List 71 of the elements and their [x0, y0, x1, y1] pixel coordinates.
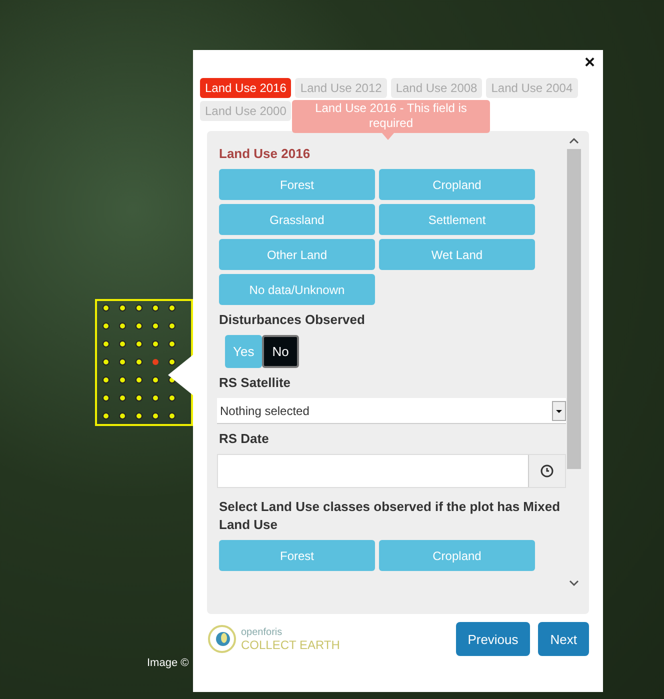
field-label: RS Satellite — [219, 374, 292, 392]
sample-point — [102, 322, 110, 330]
field-label: Disturbances Observed — [219, 311, 366, 329]
field-label: RS Date — [219, 430, 270, 448]
land-use-option[interactable]: Settlement — [379, 204, 535, 235]
imagery-credit: Image © — [147, 657, 189, 669]
close-button[interactable]: × — [582, 52, 597, 73]
satellite-select[interactable]: Nothing selected — [217, 398, 566, 424]
tab[interactable]: Land Use 2008 — [390, 78, 482, 98]
sample-point — [136, 358, 142, 366]
sample-point — [168, 340, 176, 348]
sample-point — [102, 304, 110, 312]
sample-point — [136, 340, 142, 348]
dropdown-caret-icon — [552, 400, 566, 420]
scrollbar-thumb[interactable] — [567, 149, 581, 469]
sample-point — [168, 304, 176, 312]
land-use-option[interactable]: Cropland — [379, 540, 535, 571]
land-use-option[interactable]: Other Land — [219, 239, 375, 270]
sample-point — [136, 322, 142, 330]
land-use-option[interactable]: Wet Land — [379, 239, 535, 270]
logo-text: COLLECT EARTH — [241, 639, 340, 651]
sample-point — [136, 412, 142, 420]
sample-point — [119, 376, 126, 384]
tab[interactable]: Land Use 2012 — [295, 78, 387, 98]
section-title: Land Use 2016 — [219, 145, 312, 163]
sample-point — [168, 412, 176, 420]
sample-point — [152, 376, 159, 384]
sample-point — [152, 322, 159, 330]
toggle-option[interactable]: No — [262, 335, 299, 368]
sample-point — [102, 340, 110, 348]
land-use-option[interactable]: Grassland — [219, 204, 375, 235]
logo-text: openforis — [241, 627, 284, 639]
sample-point — [136, 304, 142, 312]
land-use-option[interactable]: Cropland — [379, 169, 535, 200]
center-point — [152, 359, 158, 365]
field-label: Select Land Use classes observed if the plot has Mixed Land Use — [219, 498, 562, 534]
sample-point — [119, 304, 126, 312]
sample-point — [168, 322, 176, 330]
sample-point — [152, 304, 159, 312]
tab[interactable]: Land Use 2004 — [486, 78, 578, 98]
tab[interactable]: Land Use 2016 — [200, 78, 292, 98]
sample-point — [136, 394, 142, 402]
sample-point — [102, 412, 110, 420]
sample-point — [102, 394, 110, 402]
sample-point — [168, 358, 176, 366]
date-field[interactable] — [217, 454, 566, 488]
nav-button[interactable]: Previous — [456, 622, 530, 656]
validation-tooltip: Land Use 2016 - This field is required — [292, 100, 490, 133]
scroll-down-icon[interactable] — [569, 579, 579, 587]
land-use-option[interactable]: Forest — [219, 540, 375, 571]
sample-point — [102, 358, 110, 366]
toggle-option[interactable]: Yes — [225, 335, 262, 368]
land-use-option[interactable]: No data/Unknown — [219, 274, 375, 305]
scroll-up-icon[interactable] — [569, 137, 579, 145]
land-use-option[interactable]: Forest — [219, 169, 375, 200]
tab[interactable]: Land Use 2000 — [200, 101, 292, 121]
sample-point — [152, 412, 159, 420]
sample-point — [102, 376, 110, 384]
sample-point — [168, 394, 176, 402]
sample-point — [119, 340, 126, 348]
sample-point — [152, 340, 159, 348]
sample-point — [119, 394, 126, 402]
logo-icon — [207, 624, 237, 654]
nav-button[interactable]: Next — [538, 622, 589, 656]
clock-icon — [540, 464, 554, 478]
sample-point — [119, 412, 126, 420]
tooltip-arrow — [382, 133, 394, 140]
sample-point — [152, 394, 159, 402]
sample-point — [119, 358, 126, 366]
sample-point — [136, 376, 142, 384]
sample-point — [119, 322, 126, 330]
